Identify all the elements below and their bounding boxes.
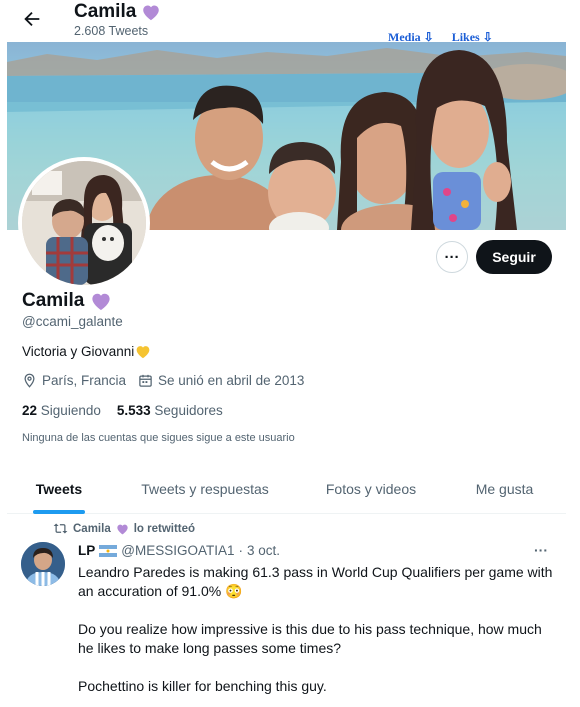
profile-name: Camila	[22, 290, 85, 311]
tweet-card[interactable]: Camila lo retwitteó LP @MESSIGOATIA1 · 3…	[7, 515, 566, 707]
retweet-context: Camila lo retwitteó	[53, 522, 195, 535]
header-title: Camila	[74, 1, 161, 23]
profile-bio: Victoria y Giovanni	[22, 344, 151, 359]
tweet-paragraph: Pochettino is killer for benching this g…	[78, 678, 327, 694]
tweet-paragraph: Do you realize how impressive is this du…	[78, 621, 542, 656]
tweet-author-avatar[interactable]	[21, 542, 65, 586]
tweet-more-button[interactable]: ···	[534, 542, 548, 558]
profile-avatar[interactable]	[18, 157, 150, 289]
profile-meta: París, Francia Se unió en abril de 2013	[22, 373, 304, 388]
profile-name-row: Camila	[22, 290, 112, 312]
calendar-icon	[139, 374, 152, 387]
argentina-flag-icon	[99, 544, 118, 557]
tweet-count: 2.608 Tweets	[74, 24, 149, 38]
tweet-header: LP @MESSIGOATIA1 · 3 oct.	[78, 543, 280, 558]
tweet-author-handle[interactable]: @MESSIGOATIA1	[121, 543, 234, 558]
tab-tweets-and-replies[interactable]: Tweets y respuestas	[111, 464, 299, 514]
tweet-author-name[interactable]: LP	[78, 543, 95, 558]
retweet-suffix: lo retwitteó	[133, 522, 196, 535]
retweet-icon	[53, 523, 68, 534]
tweet-date[interactable]: 3 oct.	[247, 543, 280, 558]
follow-button[interactable]: Seguir	[476, 240, 552, 274]
followers-you-know-notice: Ninguna de las cuentas que sigues sigue …	[22, 432, 295, 444]
tweet-paragraph: Leandro Paredes is making 61.3 pass in W…	[78, 564, 553, 599]
followers-count: 5.533	[116, 403, 151, 418]
profile-handle: @ccami_galante	[22, 314, 123, 329]
avatar-photo	[22, 161, 146, 285]
joined-text: Se unió en abril de 2013	[158, 373, 305, 388]
tab-likes[interactable]: Me gusta	[443, 464, 566, 514]
purple-heart-icon	[92, 293, 110, 311]
bio-text: Victoria y Giovanni	[22, 344, 135, 359]
location-item: París, Francia	[22, 373, 126, 388]
author-avatar-photo	[21, 542, 65, 586]
profile-stats: 22 Siguiendo 5.533 Seguidores	[22, 403, 223, 418]
joined-item: Se unió en abril de 2013	[138, 373, 304, 388]
retweeter-name[interactable]: Camila	[73, 523, 111, 535]
following-link[interactable]: 22 Siguiendo	[22, 403, 101, 418]
location-text: París, Francia	[42, 373, 127, 388]
tweet-separator: ·	[238, 543, 244, 558]
purple-heart-icon	[117, 524, 128, 534]
followers-label: Seguidores	[154, 403, 223, 418]
following-label: Siguiendo	[40, 403, 101, 418]
profile-header-bar: Camila 2.608 Tweets Media ⇩ Likes ⇩	[0, 0, 580, 44]
tweet-text: Leandro Paredes is making 61.3 pass in W…	[78, 563, 556, 707]
following-count: 22	[22, 403, 38, 418]
header-name: Camila	[74, 1, 137, 22]
location-pin-icon	[24, 373, 35, 388]
profile-tabs: Tweets Tweets y respuestas Fotos y video…	[7, 464, 566, 514]
yellow-heart-icon	[136, 346, 150, 359]
followers-link[interactable]: 5.533 Seguidores	[117, 403, 223, 418]
purple-heart-icon	[143, 5, 160, 21]
arrow-left-icon[interactable]	[21, 8, 43, 30]
tab-photos-and-videos[interactable]: Fotos y videos	[299, 464, 443, 514]
more-options-button[interactable]: ···	[436, 241, 468, 273]
tab-tweets[interactable]: Tweets	[7, 464, 111, 514]
